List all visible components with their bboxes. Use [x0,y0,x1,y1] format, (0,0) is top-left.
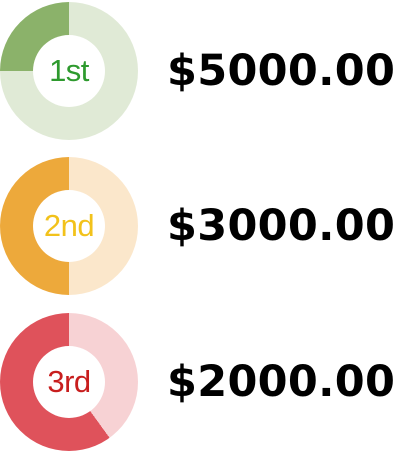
progress-ring: 3rd [0,313,138,451]
prize-amount: $2000.00 [167,357,396,407]
prize-row-3rd: 3rd $2000.00 [0,313,401,451]
prize-row-2nd: 2nd $3000.00 [0,157,401,295]
place-label: 3rd [47,364,91,399]
progress-ring: 1st [0,2,138,140]
place-label: 2nd [43,208,95,243]
prize-row-1st: 1st $5000.00 [0,2,401,140]
progress-ring: 2nd [0,157,138,295]
prize-list: 1st $5000.00 2nd $3000.00 3rd $2000.00 [0,0,401,453]
prize-amount: $5000.00 [167,46,396,96]
prize-amount: $3000.00 [167,201,396,251]
place-label: 1st [49,53,89,88]
